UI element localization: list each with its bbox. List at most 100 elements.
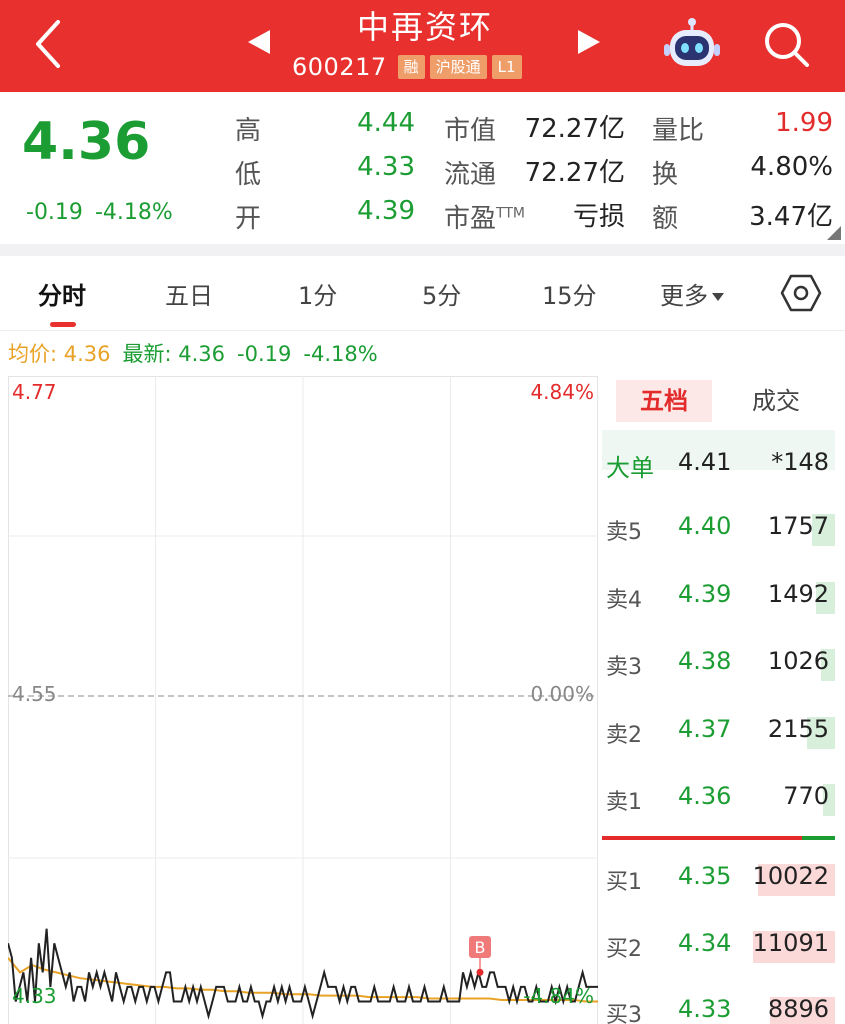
turnover-label: 换 xyxy=(652,160,679,190)
tab-1min[interactable]: 1分 xyxy=(298,276,337,311)
ask-level-price: 4.40 xyxy=(678,512,732,540)
bid-level-row[interactable]: 买2 4.34 11091 xyxy=(602,927,835,967)
stock-name: 中再资环 xyxy=(356,8,493,46)
y-min-label: 4.33 xyxy=(12,984,57,1008)
ask-level-price: 4.36 xyxy=(678,782,732,810)
ask-level-volume: 1492 xyxy=(767,579,829,608)
stock-title-block: 中再资环 600217 融 沪股通 L1 xyxy=(240,0,610,92)
tab-5min[interactable]: 5分 xyxy=(422,276,461,311)
bid-level-row[interactable]: 买1 4.35 10022 xyxy=(602,860,835,900)
y-max-label: 4.77 xyxy=(12,380,57,404)
tab-trades[interactable]: 成交 xyxy=(752,380,812,422)
pct-mid-label: 0.00% xyxy=(530,682,594,706)
bid-ask-separator xyxy=(602,836,835,840)
bid-level-label: 买3 xyxy=(606,1003,642,1024)
high-label: 高 xyxy=(235,116,262,146)
bid-level-price: 4.35 xyxy=(678,862,732,890)
low-value: 4.33 xyxy=(357,152,415,182)
open-label: 开 xyxy=(235,204,262,234)
change-value: -0.19 xyxy=(26,200,83,225)
search-icon[interactable] xyxy=(760,18,812,70)
tab-five-day[interactable]: 五日 xyxy=(165,276,213,311)
change-percent: -4.18% xyxy=(94,200,173,225)
back-arrow-icon[interactable] xyxy=(26,14,76,74)
latest-price-label: 最新: 4.36 xyxy=(122,342,226,366)
ask-level-label: 卖3 xyxy=(606,655,642,680)
buy-marker-dot xyxy=(476,968,484,976)
ask-level-label: 卖2 xyxy=(606,722,642,748)
quote-panel: 4.36 -0.19 -4.18% 高 4.44 市值 72.27亿 量比 1.9… xyxy=(0,92,845,244)
order-book-tabs: 五档 成交 xyxy=(602,376,845,428)
ask-level-label: 卖4 xyxy=(606,587,642,613)
intraday-chart-svg: B xyxy=(8,376,598,1024)
ask-level-volume: 2155 xyxy=(767,714,829,743)
indicator-line: 均价: 4.36 最新: 4.36 -0.19 -4.18% xyxy=(8,338,378,368)
ask-level-row[interactable]: 卖1 4.36 770 xyxy=(602,780,835,820)
pe-label: 市盈TTM xyxy=(444,198,525,235)
buy-marker-label: B xyxy=(475,938,486,957)
ask-level-volume: 1757 xyxy=(767,512,829,540)
intraday-chart[interactable]: B 4.77 4.84% 4.55 0.00% 4.33 -4.84% xyxy=(8,376,598,1024)
bid-level-volume: 10022 xyxy=(752,862,829,890)
chart-period-tabs: 分时 五日 1分 5分 15分 更多 xyxy=(0,256,845,331)
float-cap-value: 72.27亿 xyxy=(524,158,625,188)
pe-value: 亏损 xyxy=(572,202,625,232)
bid-level-price: 4.34 xyxy=(678,928,732,957)
current-price: 4.36 xyxy=(22,112,151,172)
tab-more-label: 更多 xyxy=(660,282,708,310)
pe-label-text: 市盈 xyxy=(444,204,497,234)
robot-assistant-icon[interactable] xyxy=(664,16,720,70)
hexagon-settings-icon[interactable] xyxy=(780,272,822,314)
volume-ratio-value: 1.99 xyxy=(775,108,833,138)
tab-intraday[interactable]: 分时 xyxy=(38,276,86,311)
indicator-change-percent: -4.18% xyxy=(303,342,378,366)
next-stock-arrow-icon[interactable] xyxy=(578,30,600,54)
app-header: 中再资环 600217 融 沪股通 L1 xyxy=(0,0,845,92)
pe-ttm-suffix: TTM xyxy=(496,205,525,222)
ask-level-row[interactable]: 卖5 4.40 1757 xyxy=(602,510,835,550)
ask-level-label: 卖1 xyxy=(606,790,642,815)
stock-code-line: 600217 融 沪股通 L1 xyxy=(292,53,522,81)
tab-15min[interactable]: 15分 xyxy=(542,276,597,311)
bid-level-label: 买1 xyxy=(606,870,642,895)
high-value: 4.44 xyxy=(357,108,415,138)
ask-level-row[interactable]: 卖2 4.37 2155 xyxy=(602,713,835,753)
chart-grid xyxy=(8,376,598,1024)
section-divider xyxy=(0,244,845,256)
amount-label: 额 xyxy=(652,204,679,234)
big-order-label: 大单 xyxy=(606,454,654,482)
buy-marker[interactable]: B xyxy=(469,936,491,976)
ask-level-price: 4.37 xyxy=(678,714,732,743)
active-tab-underline xyxy=(50,322,76,327)
market-cap-label: 市值 xyxy=(444,116,497,146)
float-cap-label: 流通 xyxy=(444,160,497,190)
open-value: 4.39 xyxy=(357,196,415,226)
ask-level-volume: 1026 xyxy=(767,647,829,675)
big-order-row: 大单 4.41 *148 xyxy=(602,430,835,482)
ask-level-row[interactable]: 卖3 4.38 1026 xyxy=(602,645,835,685)
ask-level-row[interactable]: 卖4 4.39 1492 xyxy=(602,578,835,618)
tab-five-levels[interactable]: 五档 xyxy=(616,380,712,422)
ask-level-price: 4.38 xyxy=(678,647,732,675)
tab-more[interactable]: 更多 xyxy=(660,276,724,311)
market-cap-value: 72.27亿 xyxy=(524,114,625,144)
level-tag: L1 xyxy=(491,55,522,79)
bid-level-label: 买2 xyxy=(606,936,642,962)
stock-code: 600217 xyxy=(292,53,387,81)
bid-level-volume: 8896 xyxy=(767,995,829,1023)
indicator-change: -0.19 xyxy=(237,342,292,366)
order-book: 五档 成交 大单 4.41 *148 卖5 4.40 1757 卖4 4.39 1492 卖… xyxy=(602,376,845,1024)
expand-corner-icon[interactable] xyxy=(827,226,841,240)
amount-value: 3.47亿 xyxy=(749,202,833,232)
shanghai-connect-tag: 沪股通 xyxy=(429,55,487,79)
ask-level-price: 4.39 xyxy=(678,579,732,608)
average-price-label: 均价: 4.36 xyxy=(8,342,111,366)
bid-level-row[interactable]: 买3 4.33 8896 xyxy=(602,993,835,1024)
pct-max-label: 4.84% xyxy=(530,380,594,404)
bid-level-price: 4.33 xyxy=(678,995,732,1023)
caret-down-icon xyxy=(712,293,724,301)
y-mid-label: 4.55 xyxy=(12,682,57,706)
margin-tag: 融 xyxy=(397,55,425,79)
turnover-value: 4.80% xyxy=(750,152,833,182)
big-order-volume: *148 xyxy=(771,448,829,476)
